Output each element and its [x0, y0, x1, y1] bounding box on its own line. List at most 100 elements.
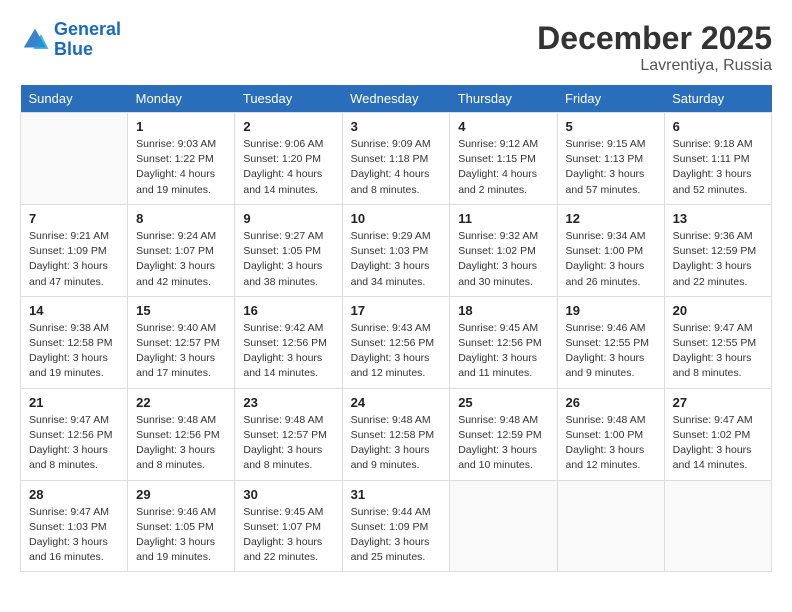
- day-info: Sunrise: 9:32 AMSunset: 1:02 PMDaylight:…: [458, 229, 548, 290]
- day-header: Tuesday: [235, 85, 342, 113]
- calendar-cell: 20 Sunrise: 9:47 AMSunset: 12:55 PMDaylig…: [664, 296, 771, 388]
- day-info: Sunrise: 9:09 AMSunset: 1:18 PMDaylight:…: [351, 137, 442, 198]
- calendar-cell: 29Sunrise: 9:46 AMSunset: 1:05 PMDayligh…: [128, 480, 235, 572]
- day-info: Sunrise: 9:47 AMSunset: 12:55 PMDaylight…: [673, 321, 763, 382]
- day-number: 12: [566, 211, 656, 226]
- day-number: 7: [29, 211, 119, 226]
- calendar-cell: 31 Sunrise: 9:44 AMSunset: 1:09 PMDayligh…: [342, 480, 450, 572]
- calendar-cell: 14Sunrise: 9:38 AMSunset: 12:58 PMDaylig…: [21, 296, 128, 388]
- day-info: Sunrise: 9:24 AMSunset: 1:07 PMDaylight:…: [136, 229, 226, 290]
- day-info: Sunrise: 9:42 AMSunset: 12:56 PMDaylight…: [243, 321, 333, 382]
- day-info: Sunrise: 9:44 AMSunset: 1:09 PMDaylight:…: [351, 505, 442, 566]
- day-number: 21: [29, 395, 119, 410]
- calendar-cell: 19 Sunrise: 9:46 AMSunset: 12:55 PMDaylig…: [557, 296, 664, 388]
- calendar-cell: 5Sunrise: 9:15 AMSunset: 1:13 PMDaylight…: [557, 113, 664, 205]
- day-header: Saturday: [664, 85, 771, 113]
- day-number: 5: [566, 119, 656, 134]
- calendar-cell: 22 Sunrise: 9:48 AMSunset: 12:56 PMDaylig…: [128, 388, 235, 480]
- calendar-table: SundayMondayTuesdayWednesdayThursdayFrid…: [20, 85, 772, 572]
- calendar-cell: 8Sunrise: 9:24 AMSunset: 1:07 PMDaylight…: [128, 204, 235, 296]
- calendar-cell: 1Sunrise: 9:03 AMSunset: 1:22 PMDaylight…: [128, 113, 235, 205]
- day-number: 20: [673, 303, 763, 318]
- day-number: 11: [458, 211, 548, 226]
- logo-line1: General: [54, 19, 121, 39]
- day-info: Sunrise: 9:38 AMSunset: 12:58 PMDaylight…: [29, 321, 119, 382]
- title-block: December 2025 Lavrentiya, Russia: [537, 20, 772, 75]
- day-info: Sunrise: 9:34 AMSunset: 1:00 PMDaylight:…: [566, 229, 656, 290]
- day-number: 22: [136, 395, 226, 410]
- calendar-cell: 25 Sunrise: 9:48 AMSunset: 12:59 PMDaylig…: [450, 388, 557, 480]
- day-number: 6: [673, 119, 763, 134]
- calendar-cell: 28 Sunrise: 9:47 AMSunset: 1:03 PMDayligh…: [21, 480, 128, 572]
- calendar-header-row: SundayMondayTuesdayWednesdayThursdayFrid…: [21, 85, 772, 113]
- calendar-week-row: 14Sunrise: 9:38 AMSunset: 12:58 PMDaylig…: [21, 296, 772, 388]
- calendar-cell: 2Sunrise: 9:06 AMSunset: 1:20 PMDaylight…: [235, 113, 342, 205]
- calendar-cell: 6 Sunrise: 9:18 AMSunset: 1:11 PMDaylight…: [664, 113, 771, 205]
- day-number: 4: [458, 119, 548, 134]
- day-number: 18: [458, 303, 548, 318]
- calendar-week-row: 1Sunrise: 9:03 AMSunset: 1:22 PMDaylight…: [21, 113, 772, 205]
- day-header: Sunday: [21, 85, 128, 113]
- day-number: 26: [566, 395, 656, 410]
- calendar-cell: 30 Sunrise: 9:45 AMSunset: 1:07 PMDayligh…: [235, 480, 342, 572]
- calendar-cell: 4 Sunrise: 9:12 AMSunset: 1:15 PMDaylight…: [450, 113, 557, 205]
- calendar-cell: [450, 480, 557, 572]
- day-info: Sunrise: 9:47 AMSunset: 1:03 PMDaylight:…: [29, 505, 119, 566]
- location: Lavrentiya, Russia: [537, 57, 772, 75]
- day-header: Monday: [128, 85, 235, 113]
- day-info: Sunrise: 9:48 AMSunset: 12:56 PMDaylight…: [136, 413, 226, 474]
- logo-icon: [20, 25, 50, 55]
- day-number: 25: [458, 395, 548, 410]
- calendar-cell: 24Sunrise: 9:48 AMSunset: 12:58 PMDaylig…: [342, 388, 450, 480]
- day-info: Sunrise: 9:48 AMSunset: 1:00 PMDaylight:…: [566, 413, 656, 474]
- day-number: 19: [566, 303, 656, 318]
- day-number: 16: [243, 303, 333, 318]
- calendar-cell: 12 Sunrise: 9:34 AMSunset: 1:00 PMDayligh…: [557, 204, 664, 296]
- day-info: Sunrise: 9:47 AMSunset: 12:56 PMDaylight…: [29, 413, 119, 474]
- calendar-cell: [557, 480, 664, 572]
- day-header: Wednesday: [342, 85, 450, 113]
- day-number: 23: [243, 395, 333, 410]
- calendar-cell: 16 Sunrise: 9:42 AMSunset: 12:56 PMDaylig…: [235, 296, 342, 388]
- day-number: 24: [351, 395, 442, 410]
- day-number: 28: [29, 487, 119, 502]
- month-title: December 2025: [537, 20, 772, 57]
- calendar-week-row: 21 Sunrise: 9:47 AMSunset: 12:56 PMDaylig…: [21, 388, 772, 480]
- calendar-cell: 7Sunrise: 9:21 AMSunset: 1:09 PMDaylight…: [21, 204, 128, 296]
- day-info: Sunrise: 9:48 AMSunset: 12:57 PMDaylight…: [243, 413, 333, 474]
- logo-text: General Blue: [54, 20, 121, 60]
- calendar-cell: 18 Sunrise: 9:45 AMSunset: 12:56 PMDaylig…: [450, 296, 557, 388]
- calendar-cell: 27Sunrise: 9:47 AMSunset: 1:02 PMDayligh…: [664, 388, 771, 480]
- calendar-cell: 23 Sunrise: 9:48 AMSunset: 12:57 PMDaylig…: [235, 388, 342, 480]
- calendar-cell: 15Sunrise: 9:40 AMSunset: 12:57 PMDaylig…: [128, 296, 235, 388]
- calendar-week-row: 7Sunrise: 9:21 AMSunset: 1:09 PMDaylight…: [21, 204, 772, 296]
- day-info: Sunrise: 9:45 AMSunset: 1:07 PMDaylight:…: [243, 505, 333, 566]
- calendar-cell: 26 Sunrise: 9:48 AMSunset: 1:00 PMDayligh…: [557, 388, 664, 480]
- day-info: Sunrise: 9:18 AMSunset: 1:11 PMDaylight:…: [673, 137, 763, 198]
- calendar-cell: 3Sunrise: 9:09 AMSunset: 1:18 PMDaylight…: [342, 113, 450, 205]
- calendar-cell: 10Sunrise: 9:29 AMSunset: 1:03 PMDayligh…: [342, 204, 450, 296]
- day-number: 30: [243, 487, 333, 502]
- day-header: Thursday: [450, 85, 557, 113]
- day-info: Sunrise: 9:06 AMSunset: 1:20 PMDaylight:…: [243, 137, 333, 198]
- day-header: Friday: [557, 85, 664, 113]
- day-info: Sunrise: 9:27 AMSunset: 1:05 PMDaylight:…: [243, 229, 333, 290]
- day-number: 17: [351, 303, 442, 318]
- day-number: 31: [351, 487, 442, 502]
- day-info: Sunrise: 9:36 AMSunset: 12:59 PMDaylight…: [673, 229, 763, 290]
- calendar-cell: 11 Sunrise: 9:32 AMSunset: 1:02 PMDayligh…: [450, 204, 557, 296]
- calendar-cell: 17Sunrise: 9:43 AMSunset: 12:56 PMDaylig…: [342, 296, 450, 388]
- day-number: 9: [243, 211, 333, 226]
- calendar-cell: 13 Sunrise: 9:36 AMSunset: 12:59 PMDaylig…: [664, 204, 771, 296]
- calendar-cell: 21 Sunrise: 9:47 AMSunset: 12:56 PMDaylig…: [21, 388, 128, 480]
- day-number: 15: [136, 303, 226, 318]
- page-header: General Blue December 2025 Lavrentiya, R…: [20, 20, 772, 75]
- day-info: Sunrise: 9:12 AMSunset: 1:15 PMDaylight:…: [458, 137, 548, 198]
- calendar-cell: [664, 480, 771, 572]
- calendar-cell: [21, 113, 128, 205]
- day-info: Sunrise: 9:46 AMSunset: 12:55 PMDaylight…: [566, 321, 656, 382]
- day-info: Sunrise: 9:45 AMSunset: 12:56 PMDaylight…: [458, 321, 548, 382]
- day-info: Sunrise: 9:48 AMSunset: 12:59 PMDaylight…: [458, 413, 548, 474]
- day-number: 13: [673, 211, 763, 226]
- day-number: 10: [351, 211, 442, 226]
